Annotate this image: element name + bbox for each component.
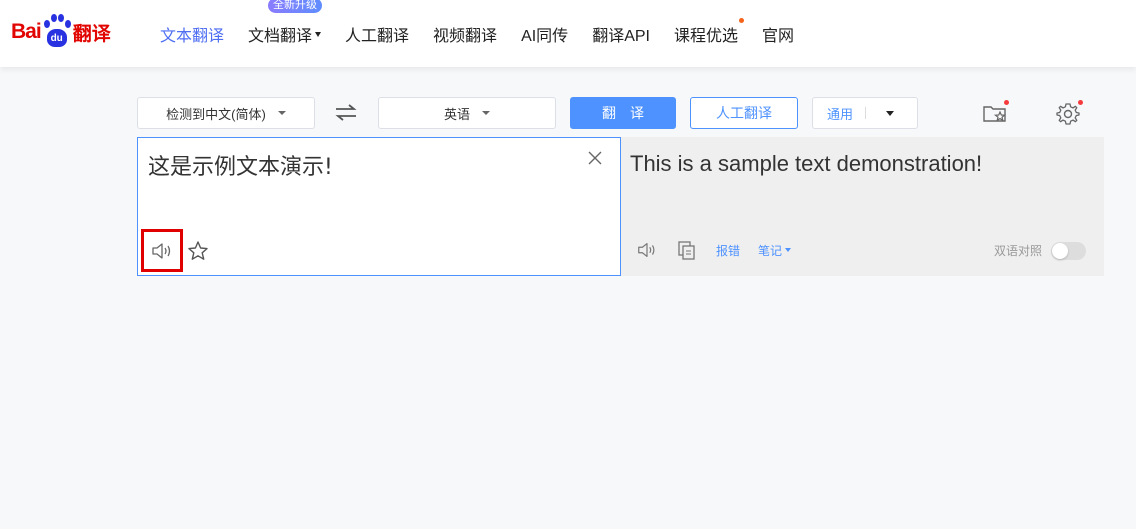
logo-text-fanyi: 翻译 [72,22,111,45]
nav-label: 人工翻译 [345,27,410,45]
new-upgrade-badge: 全新升级 [268,0,323,13]
chevron-down-icon [482,111,490,115]
human-translate-button[interactable]: 人工翻译 [690,97,798,129]
notes-dropdown[interactable]: 笔记 [758,242,792,259]
translation-output: This is a sample text demonstration! [630,151,983,176]
translate-button[interactable]: 翻译 [570,97,676,129]
favorites-folder-button[interactable] [981,99,1009,127]
divider [865,107,867,119]
source-language-label: 检测到中文(简体) [166,106,266,122]
nav-label: 文档翻译 [248,27,313,45]
report-error-link[interactable]: 报错 [716,242,740,259]
swap-languages-icon[interactable] [334,101,358,125]
notification-dot [739,17,744,23]
nav-text-translate[interactable]: 文本翻译 [160,22,224,46]
notification-dot [1078,100,1083,105]
translate-toolbar: 检测到中文(简体) 英语 翻译 人工翻译 通用 [137,97,1097,129]
nav-translate-api[interactable]: 翻译API [592,22,650,46]
nav-label: 课程优选 [673,27,738,45]
domain-label: 通用 [827,106,854,122]
chevron-down-icon [277,111,286,115]
nav-ai-interpretation[interactable]: AI同传 [521,22,568,46]
logo-text-bai: Bai [11,20,42,43]
target-tools: 报错 笔记 [636,240,809,260]
source-tools [141,229,210,272]
settings-button[interactable] [1055,99,1083,127]
nav-document-translate[interactable]: 全新升级 文档翻译 [248,0,323,46]
notification-dot [1004,100,1009,105]
baidu-translate-logo[interactable]: Bai du 翻译 [11,14,111,50]
target-language-select[interactable]: 英语 [378,97,556,129]
logo-text-du: du [46,29,67,47]
caret-down-icon [886,110,895,116]
source-text-input[interactable]: 这是示例文本演示! [148,149,333,181]
caret-down-icon [785,248,792,253]
nav-official-site[interactable]: 官网 [762,22,794,46]
caret-down-icon [315,32,322,38]
speaker-icon[interactable] [636,239,658,261]
nav-label: 视频翻译 [433,27,498,45]
source-language-select[interactable]: 检测到中文(简体) [137,97,315,129]
target-language-label: 英语 [443,106,470,122]
close-icon[interactable] [587,150,603,166]
main-nav: 文本翻译 全新升级 文档翻译 人工翻译 视频翻译 AI同传 翻译API 课程优选… [160,0,818,67]
nav-label: 翻译API [592,27,650,45]
paw-icon: du [42,14,72,50]
nav-courses[interactable]: 课程优选 [673,17,744,46]
top-navigation-bar: Bai du 翻译 文本翻译 全新升级 文档翻译 人工翻译 视频翻译 AI同传 … [0,0,1136,67]
nav-label: 官网 [762,27,795,45]
nav-label: AI同传 [521,27,569,45]
source-text-panel[interactable]: 这是示例文本演示! [137,137,621,276]
notes-label: 笔记 [758,243,783,258]
nav-video-translate[interactable]: 视频翻译 [433,22,497,46]
bilingual-toggle[interactable] [1051,242,1086,260]
bilingual-label: 双语对照 [994,244,1043,258]
domain-select[interactable]: 通用 [812,97,918,129]
copy-icon[interactable] [676,239,698,261]
target-text-panel: This is a sample text demonstration! 报错 … [621,137,1104,276]
toggle-knob [1052,243,1068,259]
source-speaker-button[interactable] [141,229,183,272]
nav-label: 文本翻译 [160,27,225,45]
nav-human-translate[interactable]: 人工翻译 [345,22,409,46]
star-icon[interactable] [186,239,210,263]
speaker-icon [152,242,171,259]
